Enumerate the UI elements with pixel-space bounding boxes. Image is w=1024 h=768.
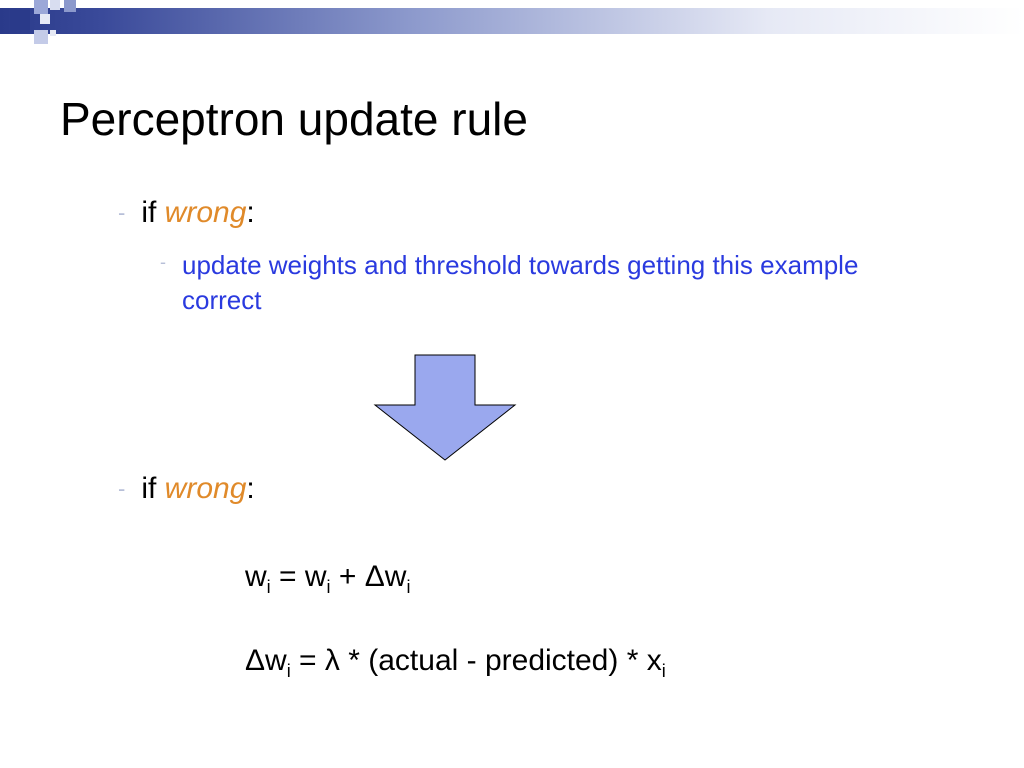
wrong-text: wrong xyxy=(165,472,247,505)
eq-delta-w: Δw xyxy=(365,560,407,593)
slide: Perceptron update rule - if wrong: - upd… xyxy=(0,0,1024,768)
decor-square xyxy=(50,30,56,36)
decor-square xyxy=(34,30,48,44)
equation-weight-update: wi = wi + Δwi xyxy=(245,560,410,598)
colon: : xyxy=(246,472,254,505)
if-text: if xyxy=(141,196,164,229)
equation-delta-w: Δwi = λ * (actual - predicted) * xi xyxy=(245,644,666,682)
bullet-if-wrong-2: - if wrong: xyxy=(118,472,255,506)
bullet-text: if wrong: xyxy=(141,472,254,506)
eq-sub-i: i xyxy=(662,661,666,681)
header-bar xyxy=(0,8,1024,34)
if-text: if xyxy=(141,472,164,505)
bullet-dash-icon: - xyxy=(118,200,125,226)
down-arrow-icon xyxy=(370,350,520,465)
decor-square xyxy=(50,0,60,10)
eq-w: w xyxy=(245,560,267,593)
bullet-text: if wrong: xyxy=(141,196,254,230)
bullet-text: update weights and threshold towards get… xyxy=(182,248,942,318)
colon: : xyxy=(246,196,254,229)
eq-sub-i: i xyxy=(406,577,410,597)
eq-w: w xyxy=(305,560,327,593)
bullet-update-weights: - update weights and threshold towards g… xyxy=(160,248,964,318)
decor-square xyxy=(10,10,30,30)
eq-x: x xyxy=(647,644,662,677)
bullet-dash-icon: - xyxy=(160,252,166,274)
bullet-if-wrong-1: - if wrong: xyxy=(118,196,255,230)
eq-rhs: = λ * (actual - predicted) * xyxy=(291,644,647,677)
eq-equals: = xyxy=(271,560,305,593)
bullet-dash-icon: - xyxy=(118,476,125,502)
decor-square xyxy=(64,0,76,12)
wrong-text: wrong xyxy=(165,196,247,229)
eq-plus: + xyxy=(331,560,365,593)
decor-square xyxy=(34,0,48,14)
slide-title: Perceptron update rule xyxy=(60,92,528,146)
decor-square xyxy=(40,14,50,24)
eq-delta-w: Δw xyxy=(245,644,287,677)
